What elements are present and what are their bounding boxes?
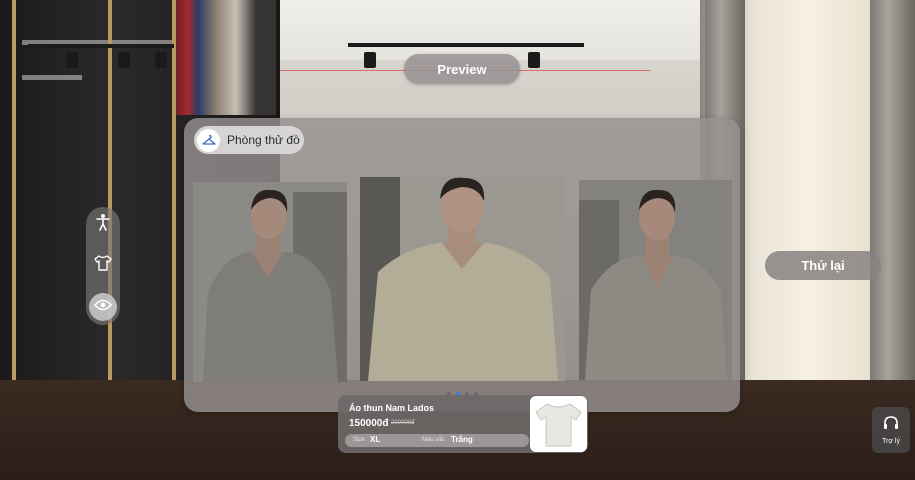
- spotlight: [66, 52, 78, 68]
- spotlight: [155, 52, 167, 68]
- hanging-clothes: [176, 0, 276, 115]
- body-pose-icon: [95, 213, 111, 236]
- side-toolbar: [86, 207, 120, 325]
- tool-outfit-button[interactable]: [89, 251, 117, 279]
- retry-button[interactable]: Thử lại: [765, 251, 881, 280]
- product-price: 150000đ: [349, 418, 389, 429]
- product-attributes: Size XL Màu sắc Trắng: [345, 434, 529, 447]
- hanger-icon: [197, 128, 220, 152]
- panel-title: Phòng thử đồ: [227, 133, 300, 147]
- tool-view-button[interactable]: [89, 293, 117, 321]
- tshirt-icon: [94, 254, 112, 276]
- panel-title-tag: Phòng thử đồ: [194, 126, 304, 154]
- model-photo-center[interactable]: [360, 177, 565, 381]
- tool-pose-button[interactable]: [89, 210, 117, 238]
- product-thumbnail[interactable]: [530, 396, 587, 452]
- product-name: Áo thun Nam Lados: [349, 403, 434, 413]
- light-track: [28, 44, 174, 48]
- color-value: Trắng: [451, 435, 473, 444]
- eye-icon: [93, 298, 113, 316]
- product-old-price: 200000đ: [391, 420, 415, 426]
- size-label: Size: [353, 437, 365, 443]
- headset-icon: [883, 415, 899, 435]
- product-card[interactable]: Áo thun Nam Lados 150000đ 200000đ Size X…: [338, 395, 588, 453]
- model-photo-right[interactable]: [579, 180, 732, 380]
- spotlight: [118, 52, 130, 68]
- support-button[interactable]: Trợ lý: [872, 407, 910, 453]
- shelf: [22, 75, 82, 80]
- color-label: Màu sắc: [422, 437, 445, 443]
- size-value: XL: [370, 435, 381, 444]
- spotlight: [528, 52, 540, 68]
- support-label: Trợ lý: [882, 437, 900, 445]
- light-track: [348, 43, 584, 47]
- preview-button[interactable]: Preview: [404, 54, 520, 84]
- spotlight: [364, 52, 376, 68]
- model-photo-left[interactable]: [193, 182, 347, 382]
